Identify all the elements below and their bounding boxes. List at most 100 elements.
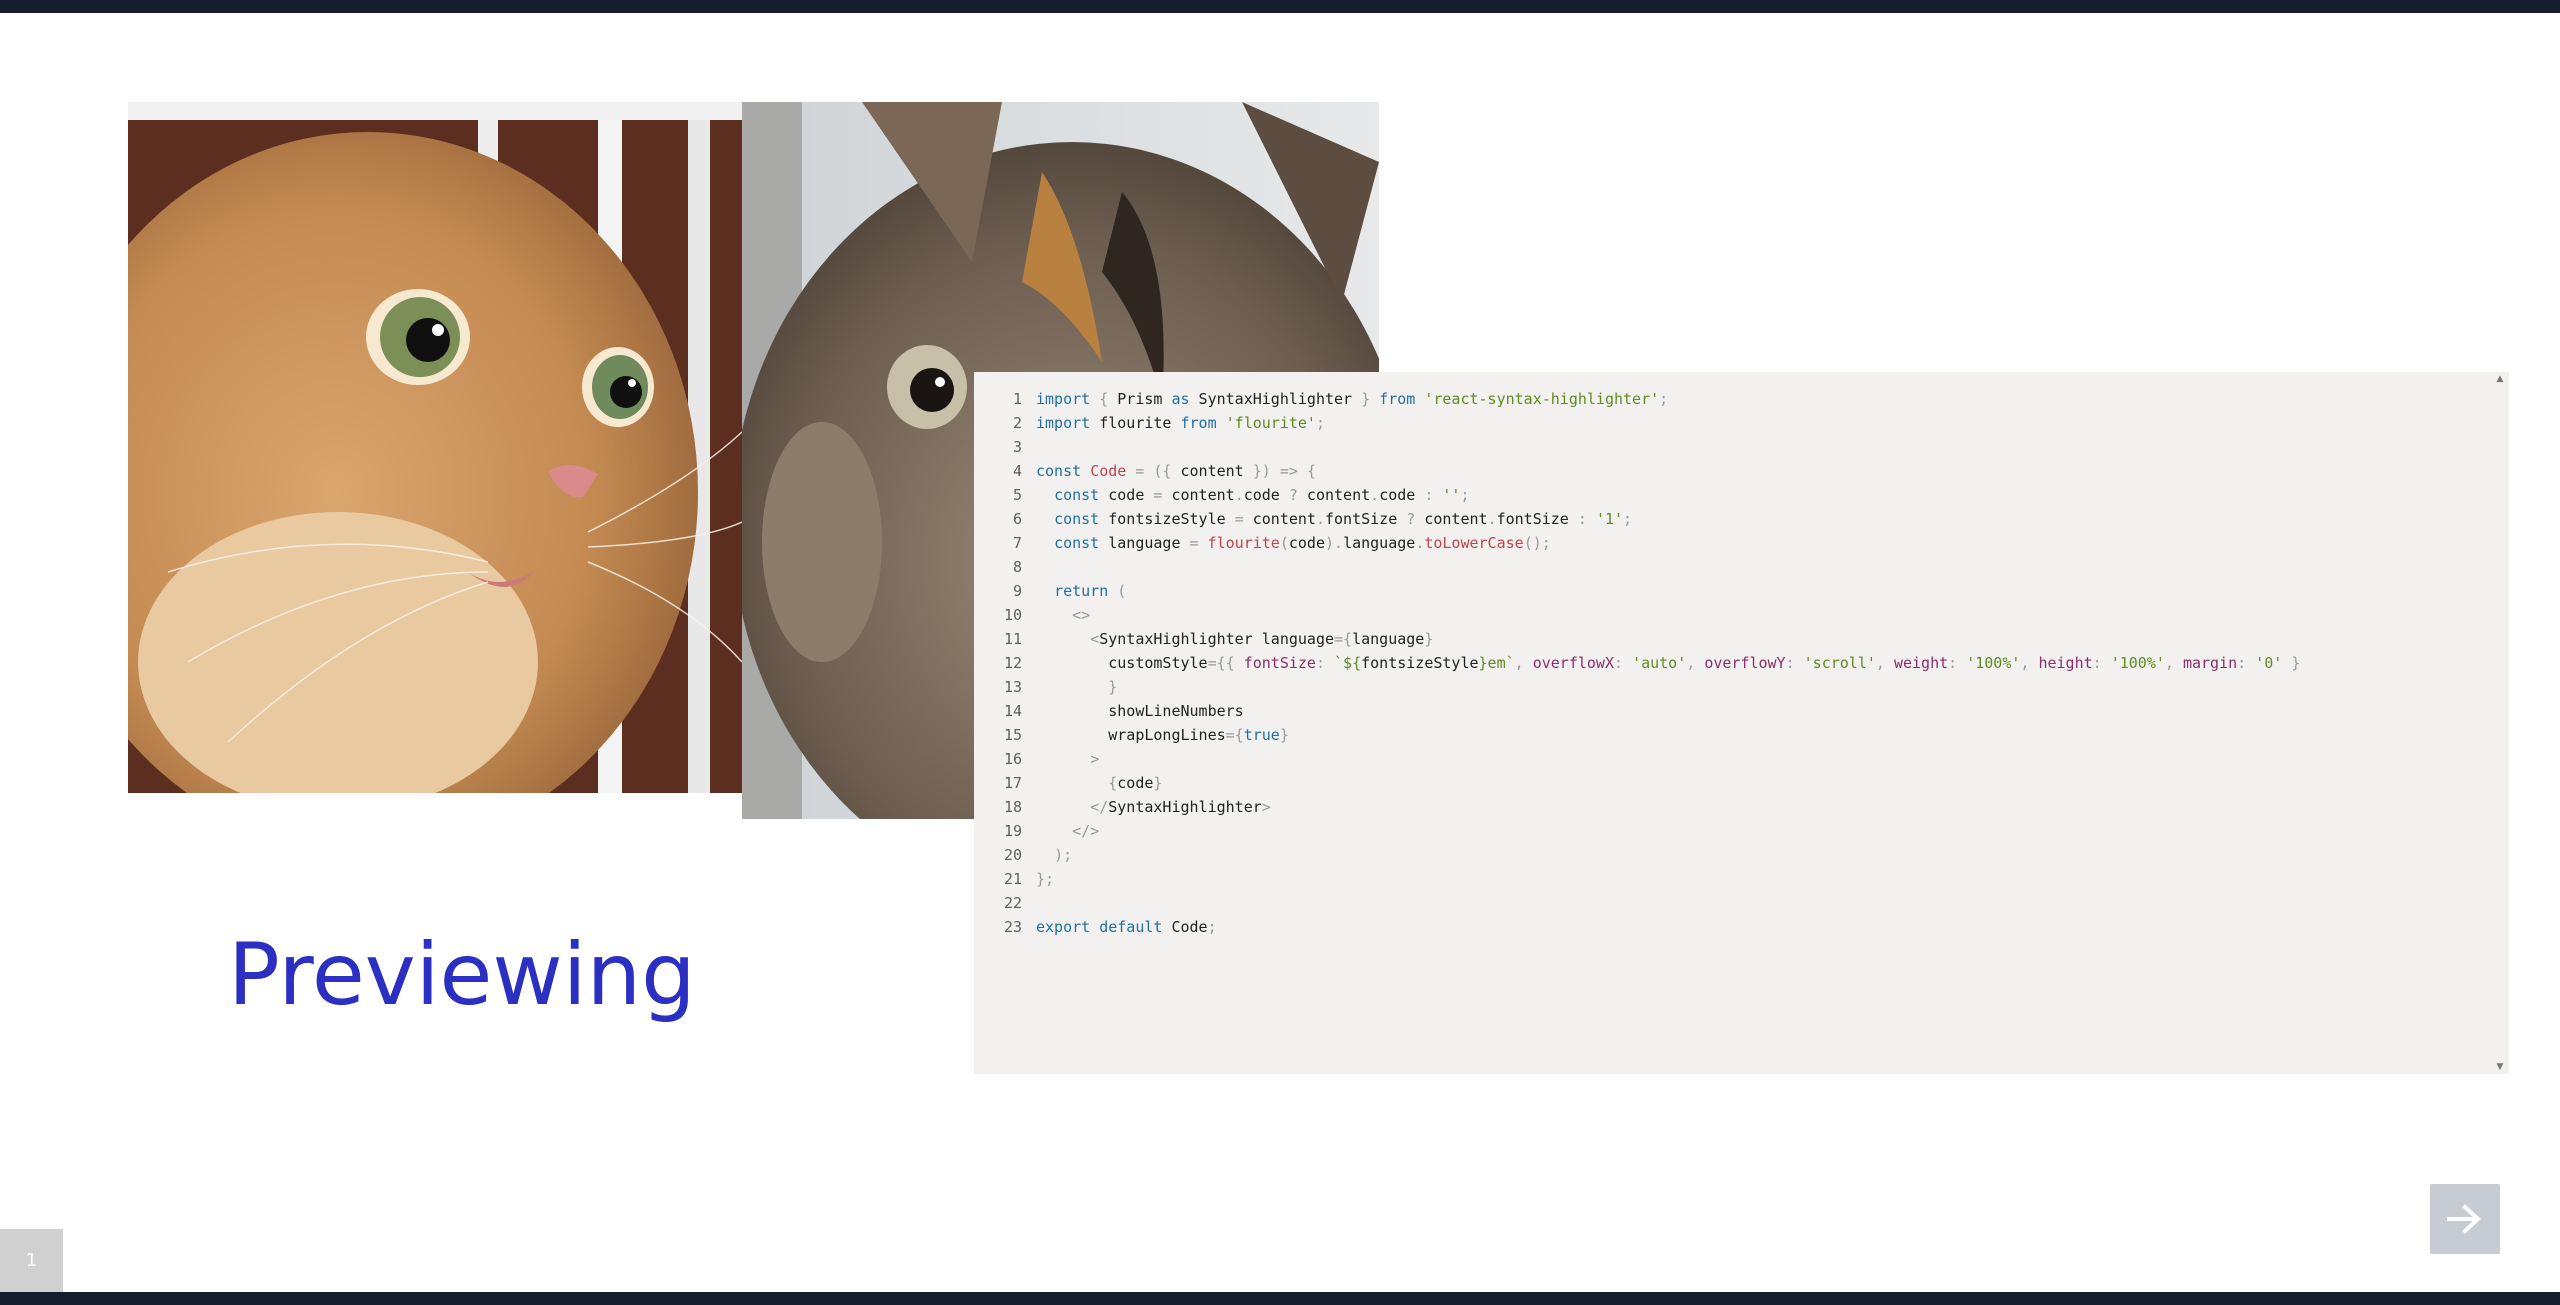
next-slide-button[interactable] [2430, 1184, 2500, 1254]
line-number: 13 [1003, 678, 1022, 696]
code-token: < [1090, 630, 1100, 648]
code-token: = [1234, 510, 1244, 528]
code-token: fontSize [1325, 510, 1407, 528]
code-token: . [1234, 486, 1244, 504]
code-token: import [1036, 390, 1091, 408]
code-token: 'scroll' [1803, 654, 1876, 672]
code-token: SyntaxHighlighter [1189, 390, 1362, 408]
code-token: flourite [1207, 534, 1280, 552]
code-token: . [1415, 534, 1425, 552]
code-token: } [1424, 630, 1434, 648]
code-token: </> [1072, 822, 1100, 840]
code-token: const [1054, 534, 1100, 552]
code-token: '0' [2255, 654, 2283, 672]
code-token: { [1306, 462, 1316, 480]
code-token: : [2092, 654, 2102, 672]
code-token: Code [1090, 462, 1127, 480]
code-token: } [1108, 678, 1118, 696]
code-line: 12 customStyle={{ fontSize: `${fontsizeS… [1000, 651, 2300, 675]
scroll-down-arrow-icon[interactable]: ▼ [2495, 1062, 2505, 1072]
line-number: 18 [1003, 798, 1022, 816]
code-token: { [1108, 774, 1118, 792]
code-line: 6 const fontsizeStyle = content.fontSize… [1000, 507, 2300, 531]
bottom-bar [0, 1292, 2560, 1305]
code-token: 'react-syntax-highlighter' [1424, 390, 1660, 408]
code-token: code [1288, 534, 1325, 552]
page-number: 1 [0, 1229, 63, 1292]
code-token: content [1162, 486, 1235, 504]
code-token: const [1054, 510, 1100, 528]
code-token: language [1352, 630, 1425, 648]
code-token: ). [1325, 534, 1344, 552]
code-token: code [1243, 486, 1289, 504]
code-token: ; [1659, 390, 1669, 408]
code-token: height [2038, 654, 2093, 672]
line-number: 12 [1003, 654, 1022, 672]
code-token: const [1036, 462, 1082, 480]
code-token: import [1036, 414, 1091, 432]
code-token: content [1243, 510, 1316, 528]
code-token: fontSize [1496, 510, 1578, 528]
code-token: }; [1036, 870, 1055, 888]
line-number: 19 [1003, 822, 1022, 840]
line-number: 10 [1003, 606, 1022, 624]
code-token: : [1948, 654, 1958, 672]
line-number: 20 [1003, 846, 1022, 864]
code-token: code [1099, 486, 1154, 504]
code-token: ); [1054, 846, 1073, 864]
code-token: ; [1623, 510, 1633, 528]
line-number: 4 [1012, 462, 1022, 480]
code-token: } [1153, 774, 1163, 792]
code-token: overflowX [1532, 654, 1614, 672]
code-line: 21}; [1000, 867, 2300, 891]
code-token: '100%' [1966, 654, 2021, 672]
code-token: . [1315, 510, 1325, 528]
code-line: 19 </> [1000, 819, 2300, 843]
code-line: 14 showLineNumbers [1000, 699, 2300, 723]
code-line: 10 <> [1000, 603, 2300, 627]
code-token: 'auto' [1632, 654, 1687, 672]
code-line: 11 <SyntaxHighlighter language={language… [1000, 627, 2300, 651]
code-token: : [1577, 510, 1587, 528]
code-token: customStyle [1036, 654, 1208, 672]
code-token: } [2291, 654, 2301, 672]
line-number: 22 [1003, 894, 1022, 912]
line-number: 11 [1003, 630, 1022, 648]
code-panel[interactable]: 1 import { Prism as SyntaxHighlighter } f… [974, 372, 2509, 1074]
code-token: 'flourite' [1225, 414, 1316, 432]
code-line: 15 wrapLongLines={true} [1000, 723, 2300, 747]
code-token: = [1189, 534, 1199, 552]
cat-photo-left [128, 102, 742, 793]
code-token: </ [1090, 798, 1109, 816]
code-token: } [1361, 390, 1371, 408]
code-token: }) [1252, 462, 1271, 480]
code-token: from [1180, 414, 1217, 432]
code-token: content [1171, 462, 1253, 480]
code-line: 4 const Code = ({ content }) => { [1000, 459, 2300, 483]
code-token: default [1099, 918, 1163, 936]
line-number: 7 [1012, 534, 1022, 552]
code-token: : [1614, 654, 1624, 672]
code-token: > [1090, 750, 1100, 768]
code-line: 18 </SyntaxHighlighter> [1000, 795, 2300, 819]
code-token: SyntaxHighlighter language [1099, 630, 1335, 648]
code-line: 17 {code} [1000, 771, 2300, 795]
line-number: 8 [1012, 558, 1022, 576]
scroll-up-arrow-icon[interactable]: ▲ [2495, 374, 2505, 384]
code-line: 9 return ( [1000, 579, 2300, 603]
code-token: language [1099, 534, 1190, 552]
